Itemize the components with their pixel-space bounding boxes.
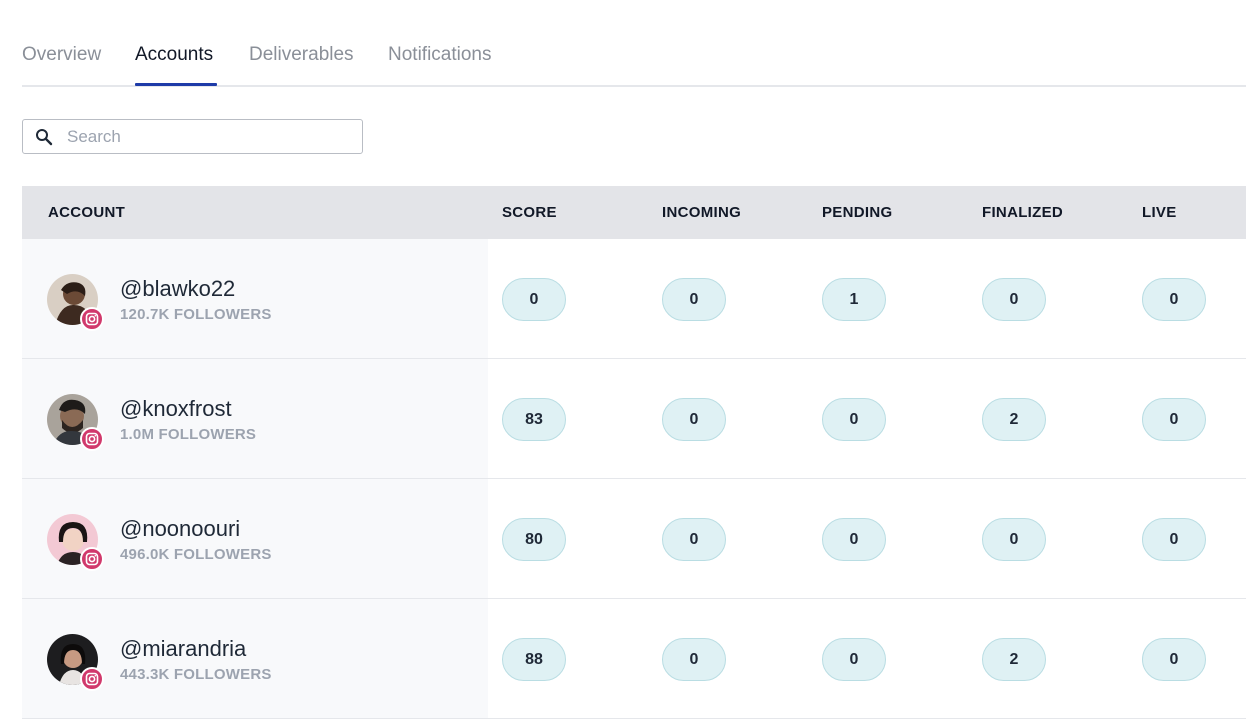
live-count-badge: 0 (1142, 518, 1206, 561)
search-box (22, 119, 363, 154)
account-cell: @knoxfrost 1.0M FOLLOWERS (22, 359, 488, 478)
account-handle[interactable]: @miarandria (120, 636, 246, 662)
header-incoming: INCOMING (662, 204, 742, 221)
pending-count-badge: 0 (822, 398, 886, 441)
table-header: ACCOUNT SCORE INCOMING PENDING FINALIZED… (22, 186, 1246, 239)
score-badge: 83 (502, 398, 566, 441)
tab-overview[interactable]: Overview (22, 44, 101, 66)
search-input[interactable] (67, 120, 357, 153)
pending-count-badge: 0 (822, 638, 886, 681)
follower-count: 120.7K FOLLOWERS (120, 306, 272, 323)
tab-deliverables[interactable]: Deliverables (249, 44, 354, 66)
table-row[interactable]: @blawko22 120.7K FOLLOWERS 0 0 1 0 0 (22, 239, 1246, 359)
active-tab-indicator (135, 83, 217, 86)
accounts-page: Overview Accounts Deliverables Notificat… (0, 0, 1246, 724)
live-count-badge: 0 (1142, 398, 1206, 441)
account-handle[interactable]: @blawko22 (120, 276, 235, 302)
finalized-count-badge: 0 (982, 278, 1046, 321)
pending-count-badge: 1 (822, 278, 886, 321)
follower-count: 1.0M FOLLOWERS (120, 426, 257, 443)
incoming-count-badge: 0 (662, 398, 726, 441)
account-handle[interactable]: @noonoouri (120, 516, 240, 542)
instagram-icon (80, 547, 104, 571)
header-account: ACCOUNT (48, 204, 126, 221)
header-live: LIVE (1142, 204, 1177, 221)
account-cell: @noonoouri 496.0K FOLLOWERS (22, 479, 488, 598)
table-row[interactable]: @miarandria 443.3K FOLLOWERS 88 0 0 2 0 (22, 599, 1246, 719)
header-pending: PENDING (822, 204, 893, 221)
accounts-table: ACCOUNT SCORE INCOMING PENDING FINALIZED… (22, 186, 1246, 719)
follower-count: 443.3K FOLLOWERS (120, 666, 272, 683)
finalized-count-badge: 2 (982, 398, 1046, 441)
header-score: SCORE (502, 204, 557, 221)
incoming-count-badge: 0 (662, 518, 726, 561)
score-badge: 0 (502, 278, 566, 321)
account-cell: @miarandria 443.3K FOLLOWERS (22, 599, 488, 718)
finalized-count-badge: 2 (982, 638, 1046, 681)
incoming-count-badge: 0 (662, 278, 726, 321)
finalized-count-badge: 0 (982, 518, 1046, 561)
instagram-icon (80, 667, 104, 691)
score-badge: 80 (502, 518, 566, 561)
instagram-icon (80, 427, 104, 451)
table-row[interactable]: @knoxfrost 1.0M FOLLOWERS 83 0 0 2 0 (22, 359, 1246, 479)
score-badge: 88 (502, 638, 566, 681)
tab-notifications[interactable]: Notifications (388, 44, 492, 66)
header-finalized: FINALIZED (982, 204, 1064, 221)
search-icon (36, 129, 53, 146)
account-handle[interactable]: @knoxfrost (120, 396, 232, 422)
live-count-badge: 0 (1142, 278, 1206, 321)
account-cell: @blawko22 120.7K FOLLOWERS (22, 239, 488, 358)
incoming-count-badge: 0 (662, 638, 726, 681)
follower-count: 496.0K FOLLOWERS (120, 546, 272, 563)
tab-accounts[interactable]: Accounts (135, 44, 213, 66)
live-count-badge: 0 (1142, 638, 1206, 681)
table-row[interactable]: @noonoouri 496.0K FOLLOWERS 80 0 0 0 0 (22, 479, 1246, 599)
tab-bar: Overview Accounts Deliverables Notificat… (22, 36, 1246, 87)
pending-count-badge: 0 (822, 518, 886, 561)
instagram-icon (80, 307, 104, 331)
